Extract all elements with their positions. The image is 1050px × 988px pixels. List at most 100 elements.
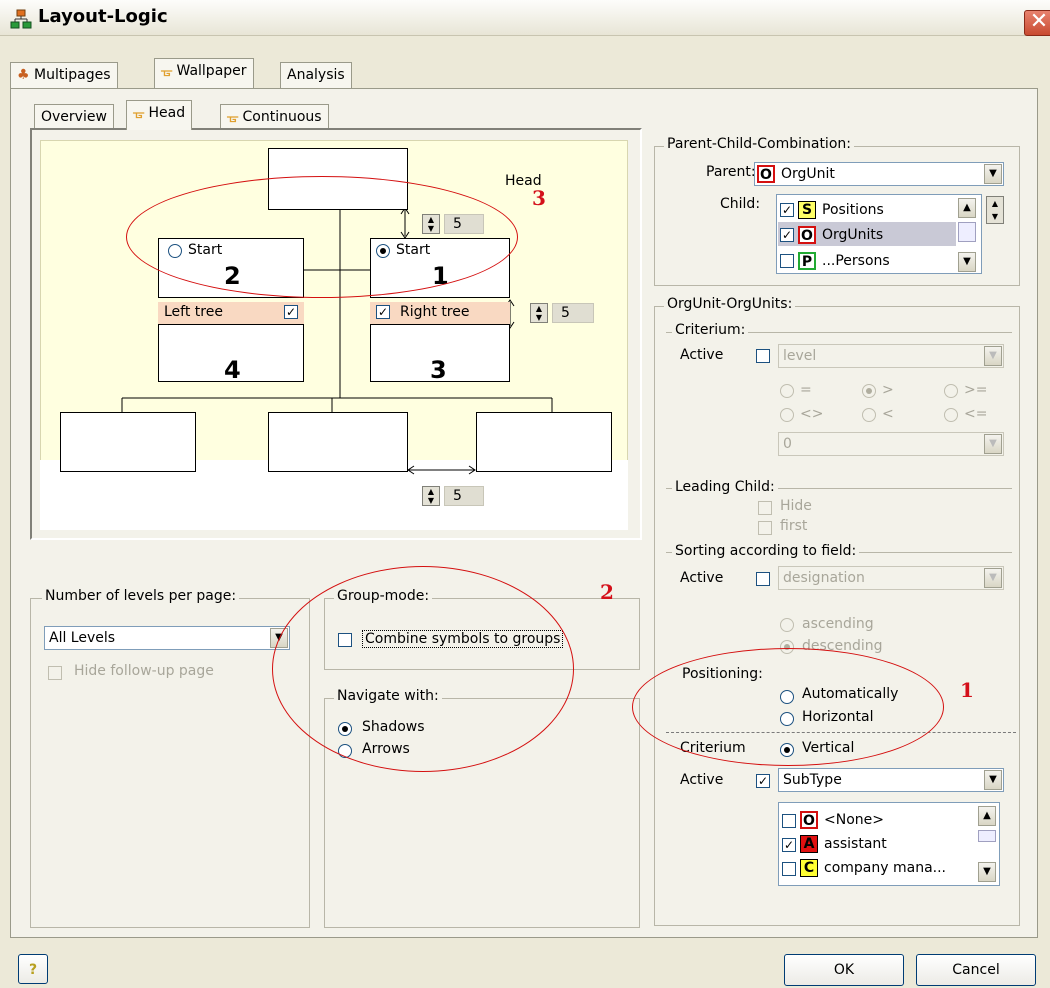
parent-label: Parent: xyxy=(706,164,756,180)
tab-wallpaper[interactable]: ᚗ Wallpaper xyxy=(154,58,254,88)
hide-followup-checkbox[interactable] xyxy=(48,666,62,680)
subtype-select[interactable]: SubType ▼ xyxy=(778,768,1004,792)
subtype-active-checkbox[interactable]: ✓ xyxy=(756,774,770,788)
levels-group-title: Number of levels per page: xyxy=(42,588,240,604)
op-ne-radio[interactable] xyxy=(780,408,794,422)
leading-hide-checkbox[interactable] xyxy=(758,501,772,515)
parent-select-value: OrgUnit xyxy=(781,166,835,182)
subtype-select-value: SubType xyxy=(783,772,842,788)
subtype-assistant-label: assistant xyxy=(824,836,887,852)
tab-analysis[interactable]: Analysis xyxy=(280,62,352,88)
chevron-down-icon[interactable]: ▼ xyxy=(984,164,1002,184)
spacing-horizontal-value[interactable]: 5 xyxy=(444,486,484,506)
annotation-number-2: 2 xyxy=(600,580,614,604)
parent-select[interactable]: O OrgUnit ▼ xyxy=(754,162,1004,186)
wallpaper-icon: ᚗ xyxy=(227,109,239,125)
child-persons-checkbox[interactable] xyxy=(780,254,794,268)
op-gt-radio[interactable] xyxy=(862,384,876,398)
child-orgunits-checkbox[interactable]: ✓ xyxy=(780,228,794,242)
leading-first-checkbox[interactable] xyxy=(758,521,772,535)
sorting-field-value: designation xyxy=(783,570,865,586)
tab-multipages[interactable]: ♣ Multipages xyxy=(10,62,118,88)
sorting-active-checkbox[interactable] xyxy=(756,572,770,586)
op-lt-label: < xyxy=(882,406,894,422)
op-le-radio[interactable] xyxy=(944,408,958,422)
op-ge-radio[interactable] xyxy=(944,384,958,398)
org-chart-icon xyxy=(10,9,32,29)
spacing-tree-value[interactable]: 5 xyxy=(552,303,594,323)
criterium-field-value: level xyxy=(783,348,817,364)
right-tree-label: Right tree xyxy=(400,304,470,320)
child-box-2 xyxy=(268,412,408,472)
leading-hide-label: Hide xyxy=(780,498,812,514)
tab-analysis-label: Analysis xyxy=(287,67,345,83)
subtype-list-scrollbar[interactable] xyxy=(978,830,996,842)
child-list-scrollbar[interactable] xyxy=(958,222,976,242)
subtype-none-checkbox[interactable] xyxy=(782,814,796,828)
tab-overview-label: Overview xyxy=(41,109,107,125)
child-persons-label: ...Persons xyxy=(822,253,890,269)
op-le-label: <= xyxy=(964,406,988,422)
subtype-active-label: Active xyxy=(680,772,724,788)
subtype-company-checkbox[interactable] xyxy=(782,862,796,876)
chevron-down-icon[interactable]: ▼ xyxy=(984,434,1002,454)
ascending-label: ascending xyxy=(802,616,874,632)
right-tree-number: 3 xyxy=(430,356,447,384)
org-chart-icon: ♣ xyxy=(17,67,30,83)
tab-multipages-label: Multipages xyxy=(34,67,111,83)
cancel-button[interactable]: Cancel xyxy=(916,954,1036,986)
subtype-assistant-checkbox[interactable]: ✓ xyxy=(782,838,796,852)
leading-first-label: first xyxy=(780,518,808,534)
scroll-down-icon[interactable]: ▼ xyxy=(958,252,976,272)
annotation-ellipse-1 xyxy=(632,648,944,766)
criterium-value: 0 xyxy=(783,436,792,452)
scroll-up-icon[interactable]: ▲ xyxy=(958,198,976,218)
spacing-horizontal-spinner[interactable]: ▲ ▼ xyxy=(422,486,440,506)
criterium-title: Criterium: xyxy=(672,322,749,338)
annotation-ellipse-3 xyxy=(126,176,518,298)
orgunit-title: OrgUnit-OrgUnits: xyxy=(664,296,796,312)
op-ge-label: >= xyxy=(964,382,988,398)
left-tree-label: Left tree xyxy=(164,304,223,320)
tab-head[interactable]: ᚗ Head xyxy=(126,100,193,130)
criterium-active-checkbox[interactable] xyxy=(756,349,770,363)
op-eq-radio[interactable] xyxy=(780,384,794,398)
tab-wallpaper-label: Wallpaper xyxy=(176,63,247,79)
pcc-title: Parent-Child-Combination: xyxy=(664,136,854,152)
sorting-field-select[interactable]: designation ▼ xyxy=(778,566,1004,590)
op-ne-label: <> xyxy=(800,406,824,422)
spacing-tree-spinner[interactable]: ▲ ▼ xyxy=(530,303,548,323)
sorting-title: Sorting according to field: xyxy=(672,543,860,559)
subtype-none-label: <None> xyxy=(824,812,884,828)
help-button[interactable]: ? xyxy=(18,954,48,984)
chevron-down-icon[interactable]: ▼ xyxy=(984,346,1002,366)
window-title: Layout-Logic xyxy=(38,6,168,27)
child-positions-label: Positions xyxy=(822,202,884,218)
child-order-spinner[interactable]: ▲ ▼ xyxy=(986,196,1004,224)
hide-followup-label: Hide follow-up page xyxy=(74,663,214,679)
tab-overview[interactable]: Overview xyxy=(34,104,114,130)
wallpaper-icon: ᚗ xyxy=(161,63,173,79)
chevron-down-icon[interactable]: ▼ xyxy=(984,568,1002,588)
chevron-down-icon[interactable]: ▼ xyxy=(984,770,1002,790)
criterium-field-select[interactable]: level ▼ xyxy=(778,344,1004,368)
help-icon: ? xyxy=(28,962,38,978)
annotation-ellipse-2 xyxy=(272,566,574,772)
criterium-value-select[interactable]: 0 ▼ xyxy=(778,432,1004,456)
left-tree-checkbox[interactable]: ✓ xyxy=(284,305,298,319)
tab-continuous[interactable]: ᚗ Continuous xyxy=(220,104,329,130)
right-tree-checkbox[interactable]: ✓ xyxy=(376,305,390,319)
assistant-swatch-icon: A xyxy=(800,835,818,853)
persons-swatch-icon: P xyxy=(798,252,816,270)
close-button[interactable]: ✕ xyxy=(1024,10,1050,36)
scroll-down-icon[interactable]: ▼ xyxy=(978,862,996,882)
ok-button[interactable]: OK xyxy=(784,954,904,986)
orgunit-swatch-icon: O xyxy=(757,165,775,183)
op-eq-label: = xyxy=(800,382,812,398)
child-positions-checkbox[interactable]: ✓ xyxy=(780,203,794,217)
annotation-number-3: 3 xyxy=(532,186,546,210)
scroll-up-icon[interactable]: ▲ xyxy=(978,806,996,826)
levels-select[interactable]: All Levels ▼ xyxy=(44,626,290,650)
op-lt-radio[interactable] xyxy=(862,408,876,422)
ascending-radio[interactable] xyxy=(780,618,794,632)
